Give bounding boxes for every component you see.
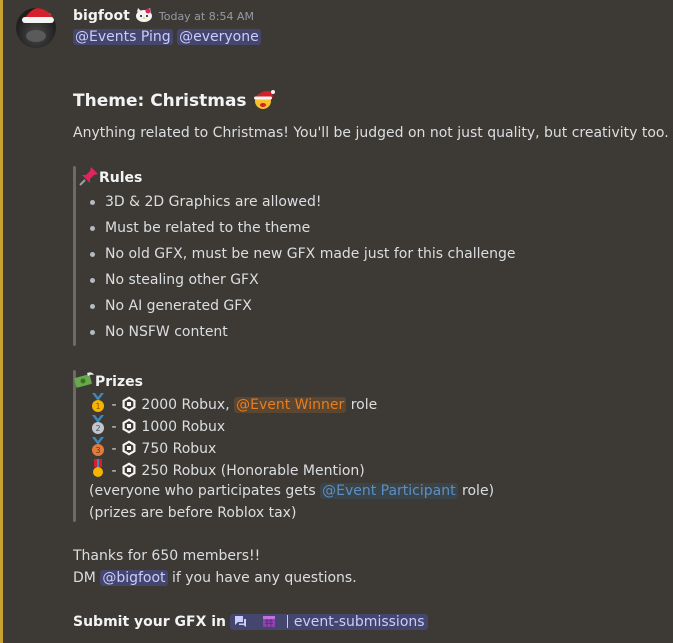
prize-row-third: 3 - 750 Robux [89, 437, 216, 459]
rules-quote-bar [73, 166, 76, 346]
mention-line: @Events Ping @everyone [73, 27, 261, 47]
rules-heading: Rules [79, 166, 142, 192]
avatar[interactable] [16, 8, 56, 48]
prize-dash: - [111, 441, 117, 457]
robux-icon [122, 418, 136, 434]
rule-item: No old GFX, must be new GFX made just fo… [89, 246, 516, 262]
dm-line: DM @bigfoot if you have any questions. [73, 568, 357, 588]
svg-text:3: 3 [95, 446, 100, 455]
submit-text: Submit your GFX in [73, 614, 227, 630]
rule-item: No NSFW content [90, 324, 228, 340]
rule-item: Must be related to the theme [89, 220, 311, 236]
username[interactable]: bigfoot [73, 8, 130, 24]
prizes-title: Prizes [95, 374, 143, 390]
role-mention-everyone[interactable]: @everyone [177, 29, 261, 45]
third-place-medal-icon: 3 [92, 437, 104, 456]
rule-item: No AI generated GFX [90, 298, 252, 314]
timestamp: Today at 8:54 AM [158, 9, 254, 23]
prize-row-honorable: - 250 Robux (Honorable Mention) [89, 459, 365, 481]
role-mention-events-ping[interactable]: @Events Ping [73, 29, 173, 45]
pushpin-icon [79, 166, 99, 192]
role-mention-event-participant[interactable]: @Event Participant [320, 483, 458, 499]
rule-item: No stealing other GFX [90, 272, 259, 288]
channel-mention-event-submissions[interactable]: event-submissions [230, 614, 428, 630]
military-medal-icon [93, 459, 103, 477]
message-header: bigfoot Today at 8:54 AM [73, 6, 254, 26]
theme-description: Anything related to Christmas! You'll be… [73, 125, 669, 141]
note-suffix: role) [462, 483, 495, 499]
channel-separator [286, 615, 288, 628]
user-mention-bigfoot[interactable]: @bigfoot [100, 570, 168, 586]
highlight-bar [0, 0, 3, 643]
robux-icon [122, 462, 136, 478]
dm-suffix: if you have any questions. [171, 570, 357, 586]
calendar-icon [263, 616, 276, 627]
second-place-medal-icon: 2 [92, 415, 104, 434]
santa-face-emoji-icon [251, 88, 275, 118]
tax-note: (prizes are before Roblox tax) [89, 505, 297, 521]
thanks-text: Thanks for 650 members!! [73, 548, 261, 564]
prize-suffix: role [350, 397, 378, 413]
dm-prefix: DM [73, 570, 96, 586]
participant-note: (everyone who participates gets @Event P… [89, 481, 494, 501]
prize-row-first: 1 - 2000 Robux, @Event Winner role [89, 393, 377, 415]
prize-dash: - [111, 397, 117, 413]
first-place-medal-icon: 1 [92, 393, 104, 412]
prize-amount: 2000 Robux, [141, 397, 230, 413]
hello-kitty-icon [135, 7, 153, 26]
submit-line: Submit your GFX in event-submissions [73, 612, 428, 632]
rules-title: Rules [99, 170, 143, 186]
prize-dash: - [111, 463, 117, 479]
santa-hat-icon [22, 8, 55, 23]
prize-row-second: 2 - 1000 Robux [89, 415, 225, 437]
role-mention-event-winner[interactable]: @Event Winner [234, 397, 347, 413]
theme-title: Theme: Christmas [73, 91, 247, 111]
svg-text:2: 2 [95, 424, 100, 433]
prize-dash: - [111, 419, 117, 435]
prize-amount: 750 Robux [141, 441, 217, 457]
robux-icon [122, 440, 136, 456]
prize-amount: 1000 Robux [141, 419, 226, 435]
prize-amount: 250 Robux (Honorable Mention) [141, 463, 365, 479]
robux-icon [122, 396, 136, 412]
channel-name: event-submissions [293, 614, 425, 630]
svg-text:1: 1 [95, 402, 100, 411]
rule-item: 3D & 2D Graphics are allowed! [90, 194, 322, 210]
theme-heading: Theme: Christmas [73, 88, 275, 118]
note-prefix: (everyone who participates gets [89, 483, 316, 499]
forum-channel-icon [235, 616, 247, 627]
